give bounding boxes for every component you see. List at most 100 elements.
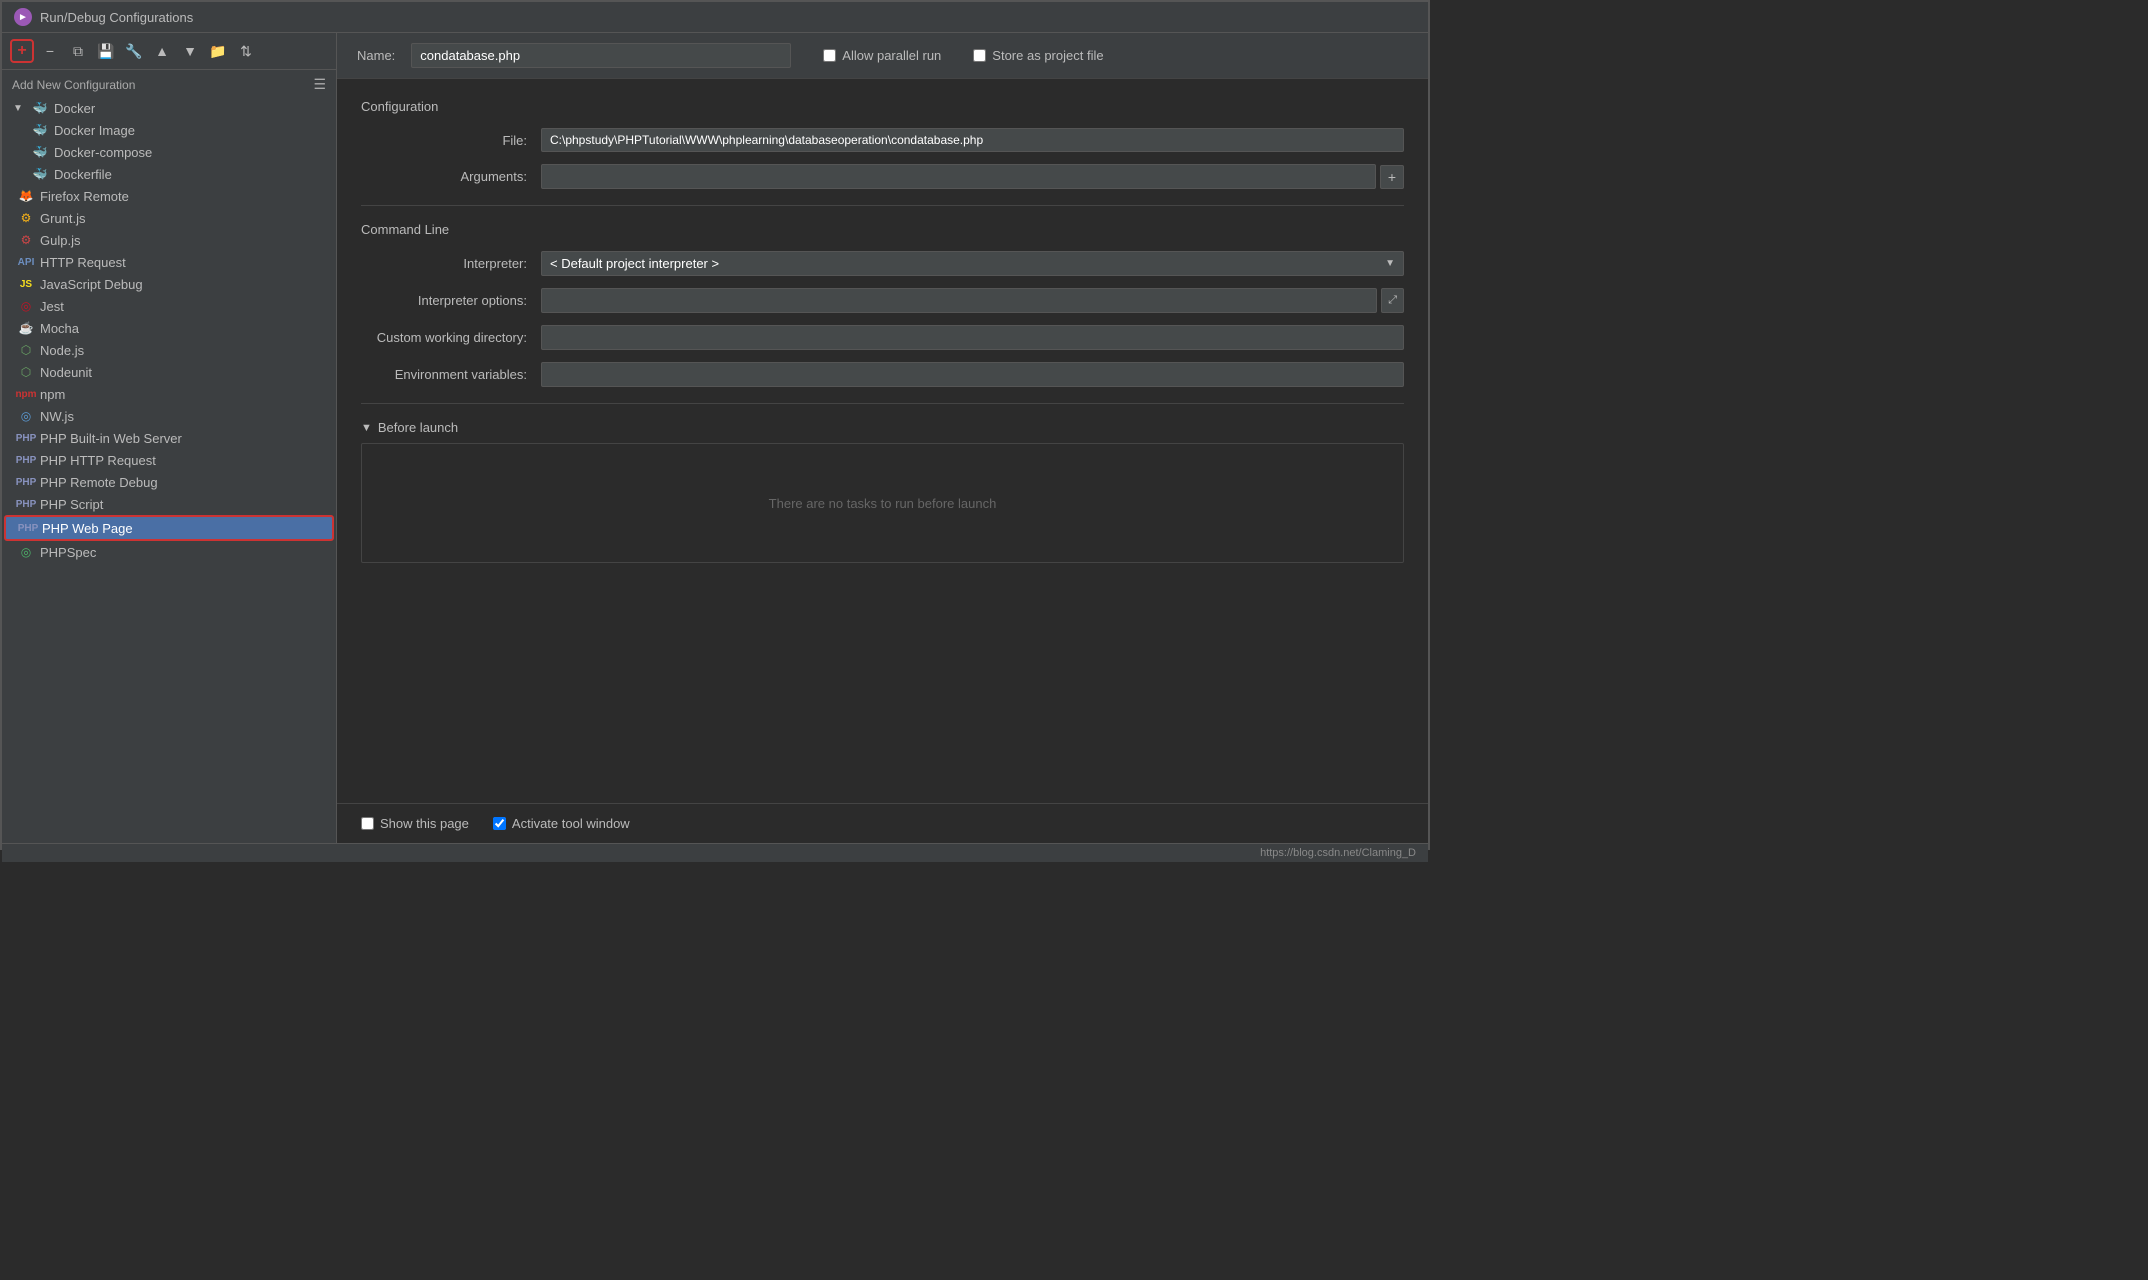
tree-label-js-debug: JavaScript Debug [40, 277, 143, 292]
add-button[interactable]: + [10, 39, 34, 63]
interpreter-options-expand-btn[interactable]: ⤢ [1381, 288, 1404, 313]
tree-item-docker-image[interactable]: 🐳 Docker Image [2, 119, 336, 141]
tree-label-http: HTTP Request [40, 255, 126, 270]
arguments-label: Arguments: [361, 169, 541, 184]
status-url: https://blog.csdn.net/Claming_D [1260, 847, 1416, 859]
tree-item-nwjs[interactable]: ◎ NW.js [2, 405, 336, 427]
activate-tool-window-label: Activate tool window [512, 816, 630, 831]
file-row: File: [361, 128, 1404, 152]
env-vars-wrapper [541, 362, 1404, 387]
chevron-right-icon: ▼ [10, 100, 26, 116]
before-launch-chevron-icon[interactable]: ▼ [361, 422, 372, 434]
tree-label-gulp: Gulp.js [40, 233, 80, 248]
tree-item-docker[interactable]: ▼ 🐳 Docker [2, 97, 336, 119]
tree-item-php-http[interactable]: PHP PHP HTTP Request [2, 449, 336, 471]
wrench-button[interactable]: 🔧 [122, 39, 146, 63]
interpreter-dropdown[interactable]: < Default project interpreter > ▼ [541, 251, 1404, 276]
tree-label-php-http: PHP HTTP Request [40, 453, 156, 468]
dropdown-arrow-icon: ▼ [1385, 258, 1395, 269]
tree-item-gulp[interactable]: ⚙ Gulp.js [2, 229, 336, 251]
tree-item-docker-compose[interactable]: 🐳 Docker-compose [2, 141, 336, 163]
tree-label-php-script: PHP Script [40, 497, 103, 512]
tree-label-php-webpage: PHP Web Page [42, 521, 133, 536]
show-this-page-group: Show this page [361, 816, 469, 831]
custom-dir-wrapper [541, 325, 1404, 350]
arguments-add-btn[interactable]: + [1380, 165, 1404, 189]
tree-item-http[interactable]: API HTTP Request [2, 251, 336, 273]
allow-parallel-label: Allow parallel run [842, 48, 941, 63]
sort-button[interactable]: ⇅ [234, 39, 258, 63]
tree-list: ▼ 🐳 Docker 🐳 Docker Image 🐳 Docker-compo… [2, 97, 336, 843]
docker-icon: 🐳 [32, 100, 48, 116]
activate-tool-window-checkbox[interactable] [493, 817, 506, 830]
activate-tool-window-group: Activate tool window [493, 816, 630, 831]
tree-item-php-script[interactable]: PHP PHP Script [2, 493, 336, 515]
tree-item-npm[interactable]: npm npm [2, 383, 336, 405]
tree-item-php-remote[interactable]: PHP PHP Remote Debug [2, 471, 336, 493]
tree-label-firefox: Firefox Remote [40, 189, 129, 204]
tree-label-jest: Jest [40, 299, 64, 314]
tree-item-js-debug[interactable]: JS JavaScript Debug [2, 273, 336, 295]
tree-label-docker: Docker [54, 101, 95, 116]
tree-item-php-webpage[interactable]: PHP PHP Web Page [4, 515, 334, 541]
tree-item-phpspec[interactable]: ◎ PHPSpec [2, 541, 336, 563]
env-vars-input[interactable] [541, 362, 1404, 387]
store-project-checkbox[interactable] [973, 49, 986, 62]
arguments-input-wrapper: + [541, 164, 1404, 189]
move-down-button[interactable]: ▼ [178, 39, 202, 63]
config-header: Name: Allow parallel run Store as projec… [337, 33, 1428, 79]
allow-parallel-checkbox[interactable] [823, 49, 836, 62]
jest-icon: ◎ [18, 298, 34, 314]
config-options-icon: ☰ [313, 76, 326, 93]
tree-item-nodejs[interactable]: ⬡ Node.js [2, 339, 336, 361]
arguments-input[interactable] [541, 164, 1376, 189]
tree-label-dockerfile: Dockerfile [54, 167, 112, 182]
file-input[interactable] [541, 128, 1404, 152]
save-button[interactable]: 💾 [94, 39, 118, 63]
firefox-icon: 🦊 [18, 188, 34, 204]
tree-item-php-builtin[interactable]: PHP PHP Built-in Web Server [2, 427, 336, 449]
tree-item-mocha[interactable]: ☕ Mocha [2, 317, 336, 339]
file-label: File: [361, 133, 541, 148]
custom-dir-label: Custom working directory: [361, 330, 541, 345]
name-input[interactable] [411, 43, 791, 68]
allow-parallel-group: Allow parallel run [823, 48, 941, 63]
nodeunit-icon: ⬡ [18, 364, 34, 380]
remove-button[interactable]: − [38, 39, 62, 63]
section-divider-1 [361, 205, 1404, 206]
interpreter-options-input[interactable] [541, 288, 1377, 313]
before-launch-title: Before launch [378, 420, 458, 435]
tree-item-firefox[interactable]: 🦊 Firefox Remote [2, 185, 336, 207]
tree-label-docker-image: Docker Image [54, 123, 135, 138]
tree-label-mocha: Mocha [40, 321, 79, 336]
file-input-wrapper [541, 128, 1404, 152]
tree-label-docker-compose: Docker-compose [54, 145, 152, 160]
no-tasks-text: There are no tasks to run before launch [769, 496, 997, 511]
show-this-page-checkbox[interactable] [361, 817, 374, 830]
interpreter-row: Interpreter: < Default project interpret… [361, 251, 1404, 276]
title-bar-text: Run/Debug Configurations [40, 10, 193, 25]
nwjs-icon: ◎ [18, 408, 34, 424]
tree-label-phpspec: PHPSpec [40, 545, 96, 560]
tree-item-jest[interactable]: ◎ Jest [2, 295, 336, 317]
tree-item-nodeunit[interactable]: ⬡ Nodeunit [2, 361, 336, 383]
name-label: Name: [357, 48, 395, 63]
tree-label-nodejs: Node.js [40, 343, 84, 358]
dockerfile-icon: 🐳 [32, 166, 48, 182]
docker-compose-icon: 🐳 [32, 144, 48, 160]
add-new-config-row: Add New Configuration ☰ [2, 70, 336, 97]
toolbar: + − ⧉ 💾 🔧 ▲ ▼ 📁 ⇅ [2, 33, 336, 70]
section-divider-2 [361, 403, 1404, 404]
app-icon: ► [14, 8, 32, 26]
folder-button[interactable]: 📁 [206, 39, 230, 63]
move-up-button[interactable]: ▲ [150, 39, 174, 63]
left-panel: + − ⧉ 💾 🔧 ▲ ▼ 📁 ⇅ Add New Configuration … [2, 33, 337, 843]
copy-button[interactable]: ⧉ [66, 39, 90, 63]
bottom-bar: Show this page Activate tool window [337, 803, 1428, 843]
interpreter-label: Interpreter: [361, 256, 541, 271]
nodejs-icon: ⬡ [18, 342, 34, 358]
custom-dir-input[interactable] [541, 325, 1404, 350]
tree-item-dockerfile[interactable]: 🐳 Dockerfile [2, 163, 336, 185]
config-body: Configuration File: Arguments: + Command… [337, 79, 1428, 803]
tree-item-grunt[interactable]: ⚙ Grunt.js [2, 207, 336, 229]
